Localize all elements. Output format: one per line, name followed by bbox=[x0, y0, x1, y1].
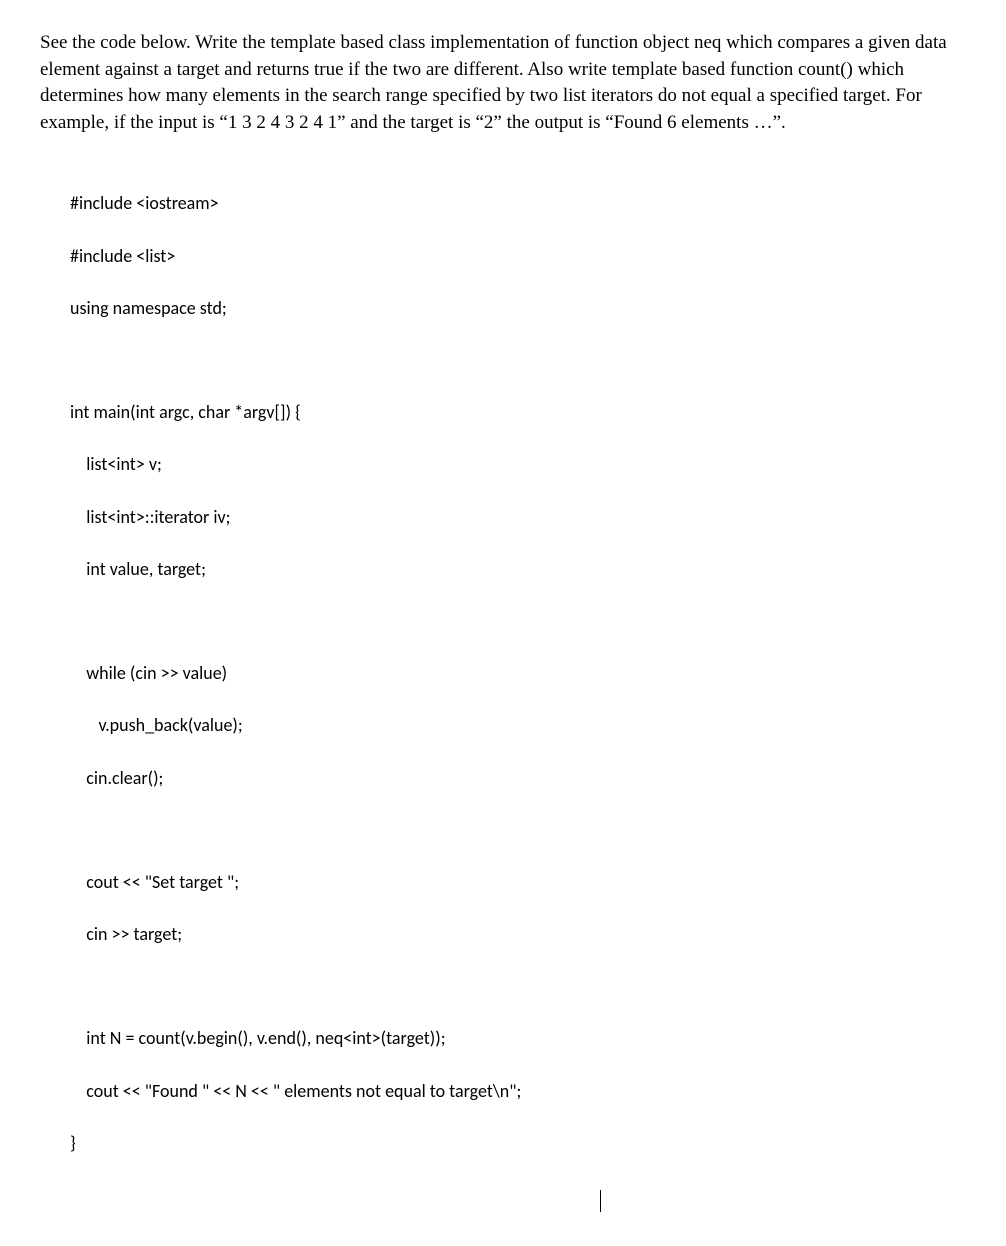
code-line: using namespace std; bbox=[70, 295, 966, 321]
code-line bbox=[70, 817, 966, 843]
code-line bbox=[70, 608, 966, 634]
code-line: list<int> v; bbox=[70, 451, 966, 477]
code-line: int main(int argc, char *argv[]) { bbox=[70, 399, 966, 425]
code-line bbox=[70, 973, 966, 999]
code-line: } bbox=[70, 1130, 966, 1156]
code-line: #include <list> bbox=[70, 243, 966, 269]
code-line: cout << "Found " << N << " elements not … bbox=[70, 1078, 966, 1104]
code-line: v.push_back(value); bbox=[70, 712, 966, 738]
text-cursor-icon bbox=[600, 1190, 601, 1212]
code-line: cout << "Set target "; bbox=[70, 869, 966, 895]
code-line: cin.clear(); bbox=[70, 765, 966, 791]
code-block: #include <iostream> #include <list> usin… bbox=[70, 164, 966, 1182]
code-line: list<int>::iterator iv; bbox=[70, 504, 966, 530]
code-line bbox=[70, 347, 966, 373]
code-line: cin >> target; bbox=[70, 921, 966, 947]
code-line: while (cin >> value) bbox=[70, 660, 966, 686]
code-line: int value, target; bbox=[70, 556, 966, 582]
code-line: int N = count(v.begin(), v.end(), neq<in… bbox=[70, 1025, 966, 1051]
problem-description: See the code below. Write the template b… bbox=[40, 30, 966, 136]
code-line: #include <iostream> bbox=[70, 190, 966, 216]
